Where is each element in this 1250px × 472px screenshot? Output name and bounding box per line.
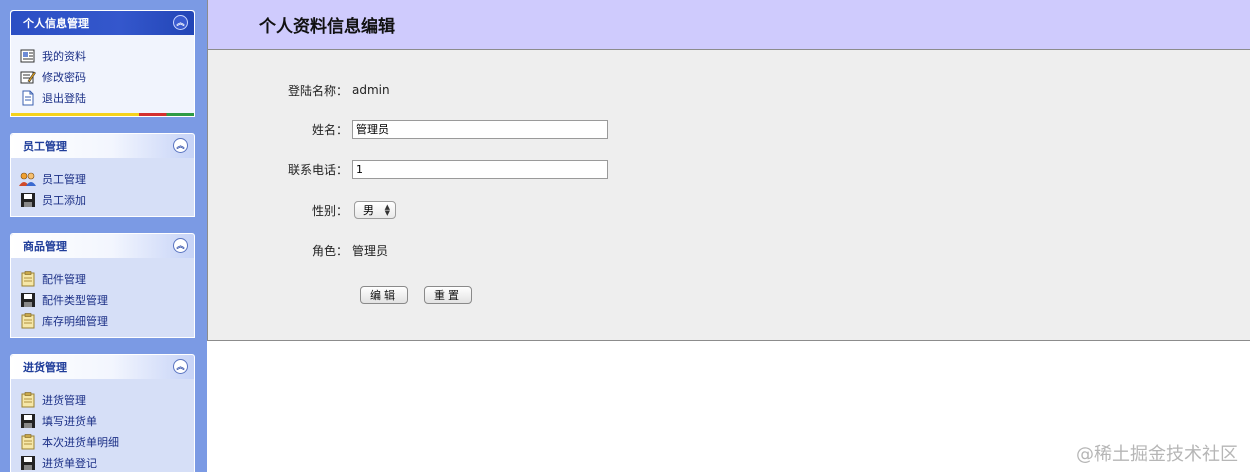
page-title: 个人资料信息编辑 [259, 17, 395, 37]
sidebar-item-label: 员工管理 [42, 172, 86, 186]
panel-personal-info: 个人信息管理 ︽ 我的资料 修改密码 退出登陆 [10, 10, 195, 117]
sidebar-item-purchase-management[interactable]: 进货管理 [19, 389, 194, 410]
sidebar-item-inventory-detail[interactable]: 库存明细管理 [19, 310, 194, 331]
sidebar-item-label: 填写进货单 [42, 414, 97, 428]
sidebar-item-label: 进货管理 [42, 393, 86, 407]
collapse-up-icon[interactable]: ︽ [173, 359, 188, 374]
panel-header-employee[interactable]: 员工管理 ︽ [11, 134, 194, 158]
collapse-up-icon[interactable]: ︽ [173, 238, 188, 253]
role-label: 角色： [311, 243, 348, 258]
clipboard-icon [19, 391, 36, 408]
role-value: 管理员 [352, 243, 389, 258]
gender-label: 性别： [311, 203, 348, 218]
sidebar-item-label: 我的资料 [42, 49, 86, 63]
panel-header-personal-info[interactable]: 个人信息管理 ︽ [11, 11, 194, 35]
title-bar: 个人资料信息编辑 [208, 0, 1250, 50]
document-icon [19, 90, 36, 106]
clipboard-icon [19, 270, 36, 287]
sidebar-item-label: 配件类型管理 [42, 293, 108, 307]
watermark: @稀土掘金技术社区 [1076, 444, 1238, 465]
gender-selected-value: 男 [363, 204, 374, 217]
phone-label: 联系电话： [287, 162, 348, 177]
sidebar-item-label: 修改密码 [42, 70, 86, 84]
login-name-row: 登陆名称： admin [208, 80, 390, 100]
collapse-up-icon[interactable]: ︽ [173, 15, 188, 30]
sidebar-item-change-password[interactable]: 修改密码 [19, 66, 194, 87]
sidebar-item-part-type-management[interactable]: 配件类型管理 [19, 289, 194, 310]
sidebar-item-add-employee[interactable]: 员工添加 [19, 189, 194, 210]
phone-field[interactable] [352, 159, 608, 179]
sidebar-item-label: 进货单登记 [42, 456, 97, 470]
main-content: 个人资料信息编辑 登陆名称： admin 姓名： 联系电话： 性别： 男 ▲▼ … [207, 0, 1250, 341]
login-name-value: admin [352, 83, 390, 97]
sidebar-item-purchase-order-register[interactable]: 进货单登记 [19, 452, 194, 472]
login-name-label: 登陆名称： [287, 83, 348, 98]
sidebar-item-label: 配件管理 [42, 272, 86, 286]
sidebar-item-logout[interactable]: 退出登陆 [19, 87, 194, 108]
name-label: 姓名： [311, 122, 348, 137]
sidebar-item-purchase-order-detail[interactable]: 本次进货单明细 [19, 431, 194, 452]
gender-select[interactable]: 男 ▲ ▼ [354, 201, 396, 219]
reset-button[interactable]: 重置 [424, 286, 472, 304]
panel-header-purchase[interactable]: 进货管理 ︽ [11, 355, 194, 379]
sidebar: 个人信息管理 ︽ 我的资料 修改密码 退出登陆 员工管理 ︽ 员工管理 员工添加… [0, 0, 207, 472]
role-row: 角色： 管理员 [208, 240, 388, 260]
collapse-up-icon[interactable]: ︽ [173, 138, 188, 153]
sidebar-item-label: 员工添加 [42, 193, 86, 207]
panel-header-goods[interactable]: 商品管理 ︽ [11, 234, 194, 258]
floppy-disk-icon [19, 455, 36, 471]
sidebar-item-label: 退出登陆 [42, 91, 86, 105]
name-row: 姓名： [208, 119, 608, 139]
clipboard-icon [19, 433, 36, 450]
floppy-disk-icon [19, 292, 36, 308]
panel-title: 商品管理 [23, 240, 67, 253]
panel-purchase-management: 进货管理 ︽ 进货管理 填写进货单 本次进货单明细 进货单登记 [10, 354, 195, 472]
gender-row: 性别： 男 ▲ ▼ [208, 200, 396, 220]
name-field[interactable] [352, 119, 608, 139]
sidebar-item-parts-management[interactable]: 配件管理 [19, 268, 194, 289]
select-arrows-icon: ▲ ▼ [384, 203, 390, 217]
sidebar-item-employee-management[interactable]: 员工管理 [19, 168, 194, 189]
panel-title: 进货管理 [23, 361, 67, 374]
floppy-disk-icon [19, 413, 36, 429]
panel-title: 员工管理 [23, 140, 67, 153]
panel-divider [11, 113, 194, 116]
profile-icon [19, 48, 36, 64]
users-icon [19, 171, 36, 187]
panel-title: 个人信息管理 [23, 17, 89, 30]
sidebar-item-label: 本次进货单明细 [42, 435, 119, 449]
floppy-disk-icon [19, 192, 36, 208]
edit-button[interactable]: 编辑 [360, 286, 408, 304]
button-row: 编辑 重置 [360, 285, 488, 305]
sidebar-item-fill-purchase-order[interactable]: 填写进货单 [19, 410, 194, 431]
panel-goods-management: 商品管理 ︽ 配件管理 配件类型管理 库存明细管理 [10, 233, 195, 338]
clipboard-icon [19, 312, 36, 329]
phone-row: 联系电话： [208, 159, 608, 179]
sidebar-item-label: 库存明细管理 [42, 314, 108, 328]
edit-icon [19, 69, 36, 85]
sidebar-item-my-profile[interactable]: 我的资料 [19, 45, 194, 66]
panel-employee-management: 员工管理 ︽ 员工管理 员工添加 [10, 133, 195, 217]
